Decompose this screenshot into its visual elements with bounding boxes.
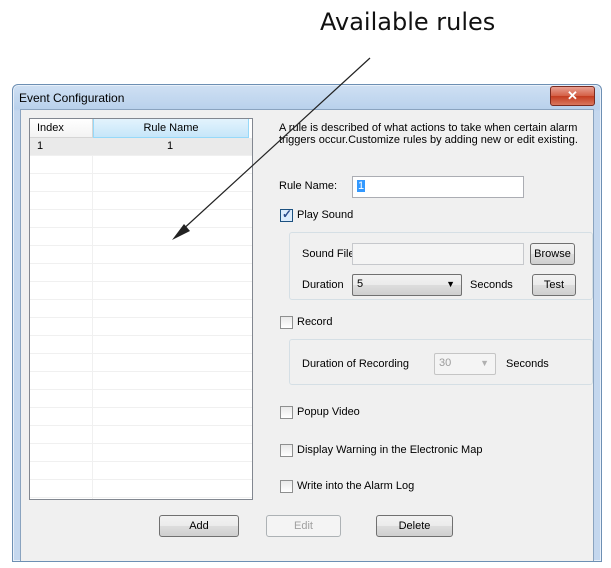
empty-row <box>30 156 252 174</box>
annotation-callout: Available rules <box>320 8 496 36</box>
rule-name-label: Rule Name: <box>279 180 338 192</box>
edit-button[interactable]: Edit <box>266 515 341 537</box>
sound-settings-group: Sound File Browse Duration 5 ▼ Seconds T… <box>289 232 593 300</box>
play-sound-checkbox[interactable]: ✓ <box>280 207 293 222</box>
record-checkbox[interactable] <box>280 316 293 329</box>
rule-name-input[interactable]: 1 <box>352 176 524 198</box>
empty-row <box>30 336 252 354</box>
row-index: 1 <box>37 140 44 152</box>
display-warning-checkbox[interactable] <box>280 444 293 457</box>
title-bar[interactable]: Event Configuration ✕ <box>13 85 601 109</box>
close-button[interactable]: ✕ <box>550 86 595 106</box>
close-icon: ✕ <box>567 88 578 103</box>
event-configuration-window: Event Configuration ✕ Index Rule Name 1 … <box>12 84 602 562</box>
sound-file-label: Sound File <box>302 248 355 260</box>
row-rule-name: 1 <box>166 140 174 152</box>
delete-button[interactable]: Delete <box>376 515 453 537</box>
rule-list[interactable]: Index Rule Name 1 1 <box>29 118 253 500</box>
rule-description: A rule is described of what actions to t… <box>279 122 578 146</box>
add-button[interactable]: Add <box>159 515 239 537</box>
record-settings-group: Duration of Recording 30 ▼ Seconds <box>289 339 593 385</box>
empty-row <box>30 372 252 390</box>
record-label: Record <box>297 316 333 328</box>
empty-row <box>30 228 252 246</box>
empty-row <box>30 354 252 372</box>
empty-row <box>30 282 252 300</box>
dropdown-arrow-icon: ▼ <box>480 358 489 368</box>
duration-unit-label: Seconds <box>470 279 513 291</box>
empty-row <box>30 462 252 480</box>
empty-row <box>30 246 252 264</box>
recording-unit-label: Seconds <box>506 358 549 370</box>
empty-row <box>30 174 252 192</box>
dialog-client-area: Index Rule Name 1 1 A rule is described … <box>20 109 594 561</box>
play-sound-label: Play Sound <box>297 209 354 221</box>
write-log-checkbox[interactable] <box>280 480 293 493</box>
recording-duration-select[interactable]: 30 ▼ <box>434 353 496 375</box>
duration-select[interactable]: 5 ▼ <box>352 274 462 296</box>
checkmark-icon: ✓ <box>282 207 293 221</box>
popup-video-label: Popup Video <box>297 406 360 418</box>
empty-row <box>30 390 252 408</box>
rule-list-header: Index Rule Name <box>30 119 252 138</box>
empty-row <box>30 444 252 462</box>
write-log-label: Write into the Alarm Log <box>297 480 415 492</box>
empty-row <box>30 426 252 444</box>
column-header-index[interactable]: Index <box>30 119 93 138</box>
empty-row <box>30 300 252 318</box>
empty-row <box>30 264 252 282</box>
rule-list-rows: 1 1 <box>30 138 252 499</box>
recording-duration-label: Duration of Recording <box>302 358 410 370</box>
test-button[interactable]: Test <box>532 274 576 296</box>
browse-button[interactable]: Browse <box>530 243 575 265</box>
duration-label: Duration <box>302 279 344 291</box>
empty-row <box>30 480 252 498</box>
empty-row <box>30 498 252 499</box>
popup-video-checkbox[interactable] <box>280 406 293 419</box>
empty-row <box>30 210 252 228</box>
column-header-rule-name[interactable]: Rule Name <box>93 119 249 138</box>
rule-name-value: 1 <box>357 180 366 192</box>
empty-row <box>30 318 252 336</box>
dropdown-arrow-icon: ▼ <box>446 279 455 289</box>
empty-row <box>30 192 252 210</box>
duration-value: 5 <box>357 278 364 290</box>
display-warning-label: Display Warning in the Electronic Map <box>297 444 483 456</box>
table-row[interactable]: 1 1 <box>30 138 252 156</box>
sound-file-input[interactable] <box>352 243 524 265</box>
empty-row <box>30 408 252 426</box>
recording-duration-value: 30 <box>439 357 452 369</box>
window-title: Event Configuration <box>19 91 125 105</box>
